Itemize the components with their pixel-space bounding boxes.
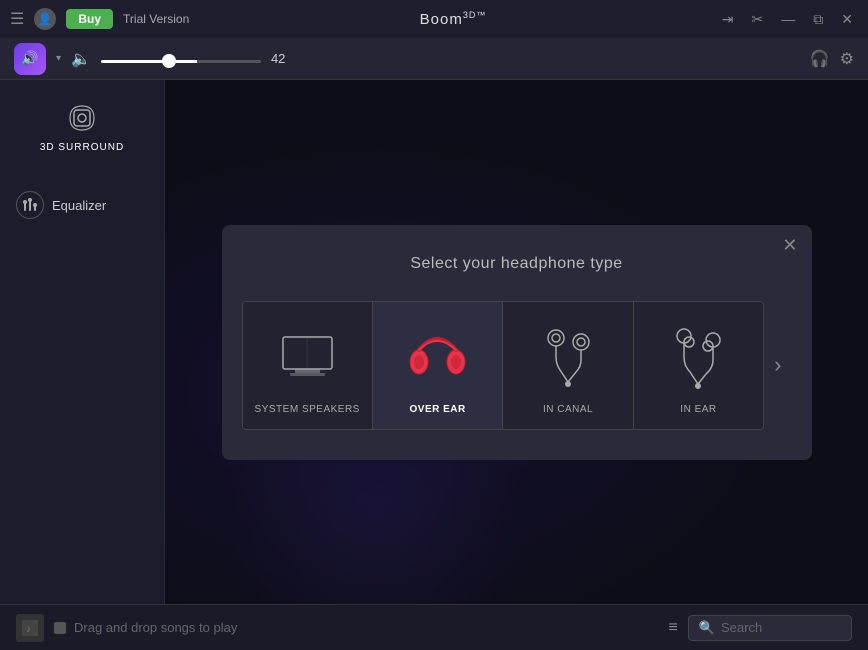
equalizer-icon — [16, 191, 44, 219]
search-icon: 🔍 — [699, 620, 715, 636]
over-ear-icon — [403, 322, 473, 392]
sidebar-item-surround[interactable]: 3D SURROUND — [40, 100, 124, 153]
modal-close-button[interactable]: ✕ — [782, 235, 797, 256]
headphone-option-over-ear[interactable]: OVER EAR — [373, 302, 503, 429]
user-avatar[interactable]: 👤 — [34, 8, 56, 30]
minimize-button[interactable]: — — [776, 9, 800, 29]
bottom-bar: ♪ Drag and drop songs to play ≡ 🔍 — [0, 604, 868, 650]
drag-drop-text: Drag and drop songs to play — [74, 620, 237, 635]
in-ear-label: IN EAR — [680, 404, 716, 415]
playlist-icon[interactable]: ≡ — [668, 619, 677, 637]
in-canal-icon — [533, 322, 603, 392]
volume-slider[interactable] — [101, 60, 261, 63]
svg-text:♪: ♪ — [26, 624, 31, 635]
drag-drop-area: Drag and drop songs to play — [54, 620, 658, 635]
boom-logo: 🔊 — [14, 43, 46, 75]
content-area: My Windows PC This equalizer preset has … — [165, 80, 868, 604]
headphone-option-system-speakers[interactable]: SYSTEM SPEAKERS — [243, 302, 373, 429]
over-ear-label: OVER EAR — [410, 404, 466, 415]
headphone-options: SYSTEM SPEAKERS — [242, 301, 792, 430]
dropdown-icon[interactable]: ▾ — [56, 53, 61, 64]
system-speakers-icon — [272, 322, 342, 392]
buy-button[interactable]: Buy — [66, 9, 113, 29]
settings-icon[interactable]: ⚙ — [840, 49, 854, 69]
modal-overlay: ✕ Select your headphone type — [165, 80, 868, 604]
equalizer-label: Equalizer — [52, 198, 106, 213]
surround-icon — [64, 100, 100, 136]
app-name: Boom — [420, 11, 463, 28]
main-layout: 3D SURROUND Equalizer My Windows PC Th — [0, 80, 868, 604]
connect-icon[interactable]: ✂ — [747, 9, 769, 30]
in-canal-label: IN CANAL — [543, 404, 593, 415]
title-bar-left: ☰ 👤 Buy Trial Version — [10, 8, 189, 30]
speaker-icon: 🔈 — [71, 49, 91, 69]
modal-title: Select your headphone type — [242, 255, 792, 273]
sidebar: 3D SURROUND Equalizer — [0, 80, 165, 604]
drag-drop-indicator — [54, 622, 66, 634]
close-button[interactable]: ✕ — [836, 9, 858, 30]
album-thumbnail: ♪ — [16, 614, 44, 642]
sidebar-item-equalizer[interactable]: Equalizer — [0, 183, 164, 227]
app-title: Boom3D™ — [199, 10, 707, 28]
trial-label: Trial Version — [123, 12, 189, 26]
title-bar-right: ⇥ ✂ — ⧉ ✕ — [717, 9, 858, 30]
surround-label: 3D SURROUND — [40, 142, 124, 153]
volume-right-controls: 🎧 ⚙ — [810, 49, 854, 69]
volume-bar: 🔊 ▾ 🔈 42 🎧 ⚙ — [0, 38, 868, 80]
menu-icon[interactable]: ☰ — [10, 9, 24, 29]
title-bar: ☰ 👤 Buy Trial Version Boom3D™ ⇥ ✂ — ⧉ ✕ — [0, 0, 868, 38]
in-ear-icon — [663, 322, 733, 392]
volume-slider-container — [101, 50, 261, 68]
restore-button[interactable]: ⧉ — [808, 9, 828, 30]
system-speakers-label: SYSTEM SPEAKERS — [255, 404, 360, 415]
headphone-modal: ✕ Select your headphone type — [222, 225, 812, 460]
nav-next-button[interactable]: › — [764, 352, 791, 378]
app-name-suffix: 3D™ — [463, 10, 487, 20]
headphone-option-in-canal[interactable]: IN CANAL — [503, 302, 633, 429]
headphone-list: SYSTEM SPEAKERS — [242, 301, 765, 430]
headphone-output-icon[interactable]: 🎧 — [810, 49, 830, 69]
search-box[interactable]: 🔍 — [688, 615, 852, 641]
headphone-option-in-ear[interactable]: IN EAR — [634, 302, 763, 429]
volume-value: 42 — [271, 51, 296, 66]
airplay-icon[interactable]: ⇥ — [717, 9, 739, 30]
search-input[interactable] — [721, 620, 841, 635]
